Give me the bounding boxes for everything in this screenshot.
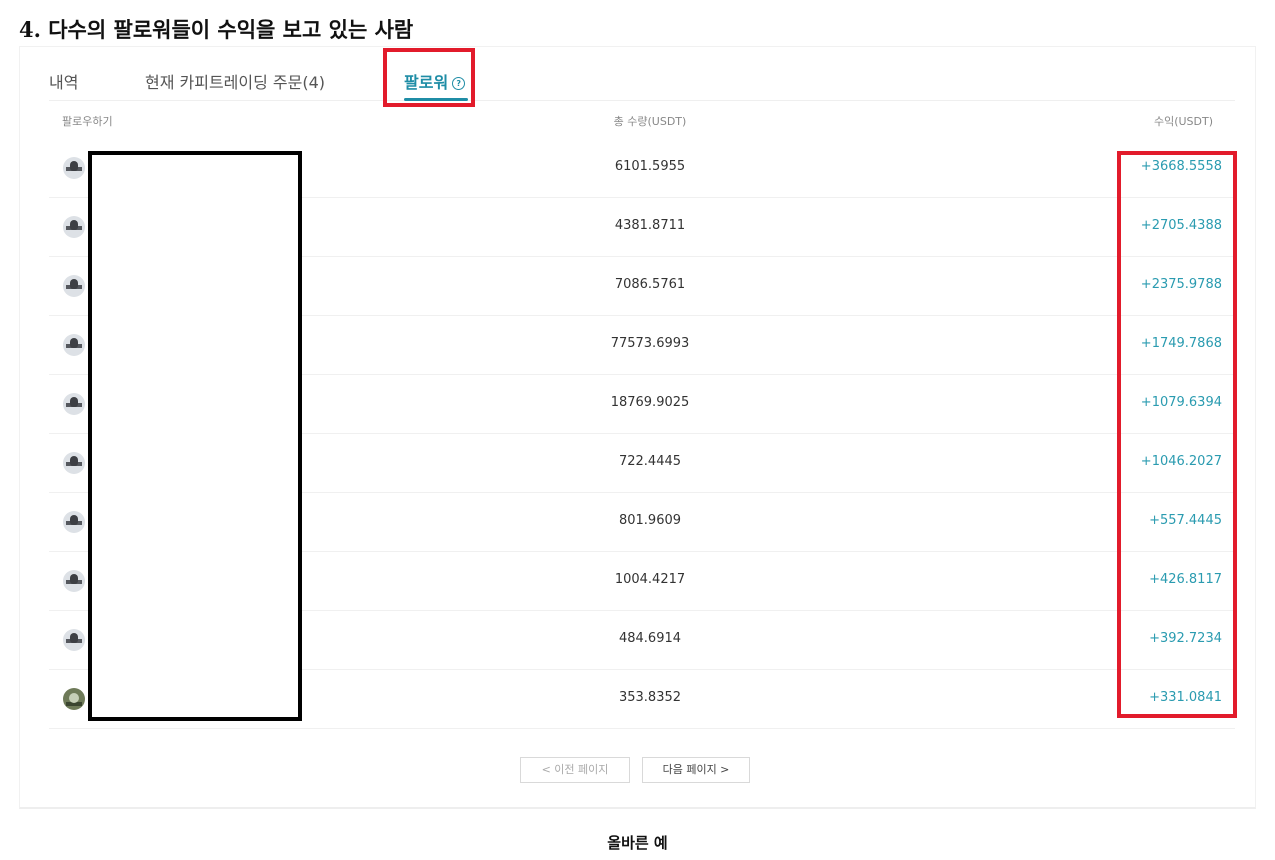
avatar (63, 511, 85, 533)
column-header-quantity: 총 수량(USDT) (613, 115, 687, 128)
quantity-cell: 6101.5955 (614, 159, 686, 174)
profit-column-highlight (1117, 151, 1237, 718)
avatar (63, 688, 85, 710)
avatar (63, 275, 85, 297)
avatar (63, 334, 85, 356)
column-header-follower: 팔로우하기 (62, 115, 113, 128)
avatar (63, 629, 85, 651)
quantity-cell: 722.4445 (618, 454, 682, 469)
quantity-cell: 18769.9025 (610, 395, 690, 410)
followers-tab-highlight (383, 48, 475, 107)
redaction-box (88, 151, 302, 721)
caption: 올바른 예 (607, 834, 668, 852)
avatar (63, 216, 85, 238)
quantity-cell: 1004.4217 (614, 572, 686, 587)
avatar (63, 393, 85, 415)
quantity-cell: 353.8352 (618, 690, 682, 705)
tab-bar: 내역 현재 카피트레이딩 주문(4) 팔로워? (49, 47, 1235, 101)
tab-history[interactable]: 내역 (49, 69, 78, 93)
quantity-cell: 77573.6993 (610, 336, 690, 351)
next-page-button[interactable]: 다음 페이지 > (642, 757, 750, 783)
prev-page-button[interactable]: < 이전 페이지 (520, 757, 630, 783)
quantity-cell: 801.9609 (618, 513, 682, 528)
quantity-cell: 7086.5761 (614, 277, 686, 292)
avatar (63, 452, 85, 474)
page-title: 4. 다수의 팔로워들이 수익을 보고 있는 사람 (19, 17, 414, 42)
quantity-cell: 484.6914 (618, 631, 682, 646)
avatar (63, 570, 85, 592)
quantity-cell: 4381.8711 (614, 218, 686, 233)
avatar (63, 157, 85, 179)
tab-current-orders[interactable]: 현재 카피트레이딩 주문(4) (145, 69, 325, 93)
column-header-profit: 수익(USDT) (1153, 115, 1213, 128)
